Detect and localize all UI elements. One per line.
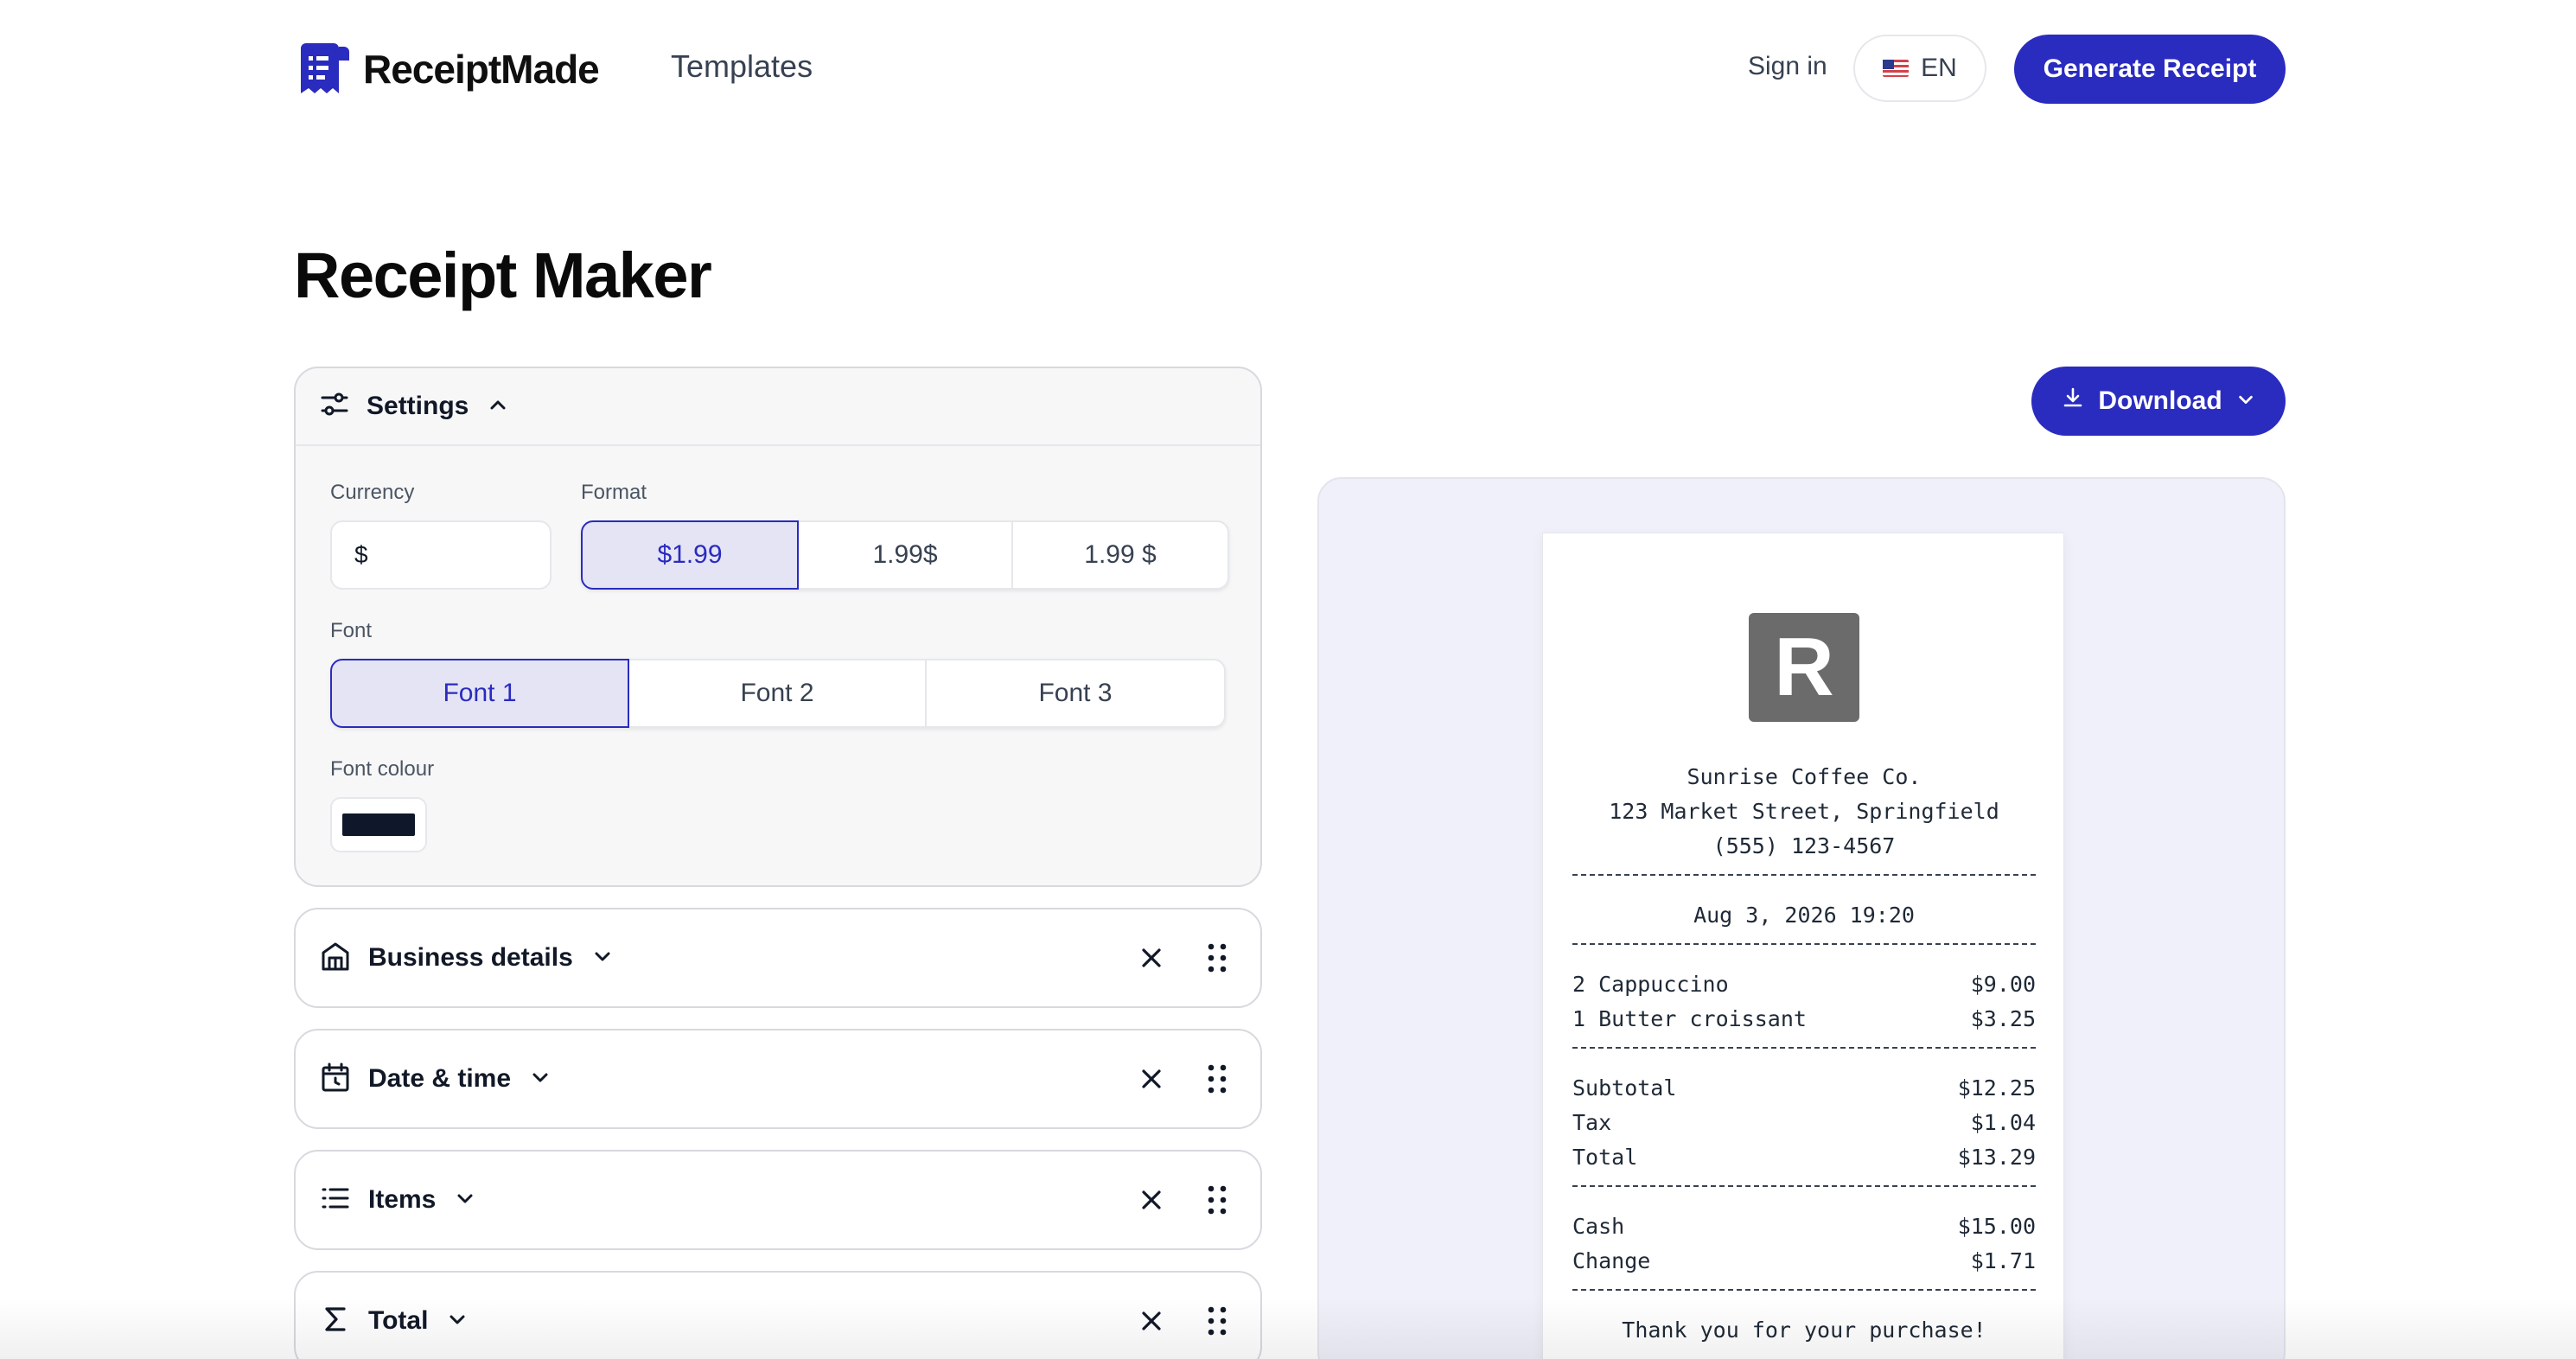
receipt-preview: R Sunrise Coffee Co. 123 Market Street, … bbox=[1542, 533, 2064, 1359]
font-option[interactable]: Font 3 bbox=[925, 659, 1226, 728]
settings-panel: Settings Currency Format $1.99 1.99$ 1.9… bbox=[294, 367, 1262, 887]
format-option[interactable]: 1.99 $ bbox=[1011, 520, 1229, 590]
chevron-down-icon[interactable] bbox=[455, 1188, 475, 1213]
receipt-datetime: Aug 3, 2026 19:20 bbox=[1693, 903, 1915, 928]
receipt-item-row: 2 Cappuccino $9.00 bbox=[1572, 967, 2036, 1002]
item-name: 2 Cappuccino bbox=[1572, 972, 1729, 997]
items-section[interactable]: Items bbox=[294, 1150, 1262, 1250]
format-option[interactable]: 1.99$ bbox=[797, 520, 1013, 590]
business-address: 123 Market Street, Springfield bbox=[1609, 799, 1999, 824]
item-name: 1 Butter croissant bbox=[1572, 1006, 1807, 1031]
receipt-logo-icon bbox=[296, 41, 351, 97]
format-selector: $1.99 1.99$ 1.99 $ bbox=[581, 520, 1229, 590]
receipt-item-row: 1 Butter croissant $3.25 bbox=[1572, 1002, 2036, 1037]
logo[interactable]: ReceiptMade bbox=[296, 41, 600, 97]
divider bbox=[1572, 1047, 2036, 1049]
total-price: $12.25 bbox=[1957, 1075, 2036, 1101]
drag-handle-icon[interactable] bbox=[1200, 1304, 1234, 1343]
drag-handle-icon[interactable] bbox=[1200, 941, 1234, 979]
chevron-down-icon[interactable] bbox=[530, 1067, 551, 1092]
receipt-logo: R bbox=[1749, 613, 1859, 722]
divider bbox=[1572, 943, 2036, 945]
logo-text: ReceiptMade bbox=[363, 47, 600, 92]
total-name: Tax bbox=[1572, 1110, 1612, 1135]
download-button[interactable]: Download bbox=[2031, 367, 2286, 436]
chevron-up-icon[interactable] bbox=[488, 394, 508, 419]
format-label: Format bbox=[581, 481, 647, 504]
sigma-icon bbox=[320, 1304, 351, 1339]
font-selector: Font 1 Font 2 Font 3 bbox=[330, 659, 1226, 728]
top-nav: ReceiptMade Templates Sign in EN Generat… bbox=[0, 0, 2576, 138]
nav-templates-link[interactable]: Templates bbox=[671, 48, 813, 85]
divider bbox=[1572, 1185, 2036, 1187]
business-phone: (555) 123-4567 bbox=[1712, 833, 1896, 858]
receipt-total-row: Total $13.29 bbox=[1572, 1140, 2036, 1175]
payment-name: Change bbox=[1572, 1248, 1651, 1273]
item-price: $9.00 bbox=[1970, 972, 2036, 997]
us-flag-icon bbox=[1883, 60, 1910, 77]
calendar-icon bbox=[320, 1062, 351, 1097]
payment-name: Cash bbox=[1572, 1214, 1625, 1239]
item-price: $3.25 bbox=[1970, 1006, 2036, 1031]
total-name: Subtotal bbox=[1572, 1075, 1677, 1101]
business-details-section[interactable]: Business details bbox=[294, 908, 1262, 1008]
total-section[interactable]: Total bbox=[294, 1271, 1262, 1359]
section-label: Business details bbox=[368, 943, 573, 972]
receipt-preview-panel: R Sunrise Coffee Co. 123 Market Street, … bbox=[1317, 477, 2286, 1359]
payment-amount: $1.71 bbox=[1970, 1248, 2036, 1273]
currency-input[interactable] bbox=[330, 520, 552, 590]
download-icon bbox=[2062, 386, 2084, 416]
receipt-footer: Thank you for your purchase! bbox=[1622, 1318, 1986, 1343]
total-price: $13.29 bbox=[1957, 1145, 2036, 1170]
chevron-down-icon[interactable] bbox=[447, 1309, 468, 1334]
close-icon[interactable] bbox=[1136, 942, 1167, 978]
total-name: Total bbox=[1572, 1145, 1638, 1170]
close-icon[interactable] bbox=[1136, 1305, 1167, 1341]
currency-label: Currency bbox=[330, 481, 415, 504]
section-label: Date & time bbox=[368, 1064, 512, 1093]
page-title: Receipt Maker bbox=[294, 239, 712, 311]
close-icon[interactable] bbox=[1136, 1184, 1167, 1220]
receipt-total-row: Tax $1.04 bbox=[1572, 1106, 2036, 1140]
font-colour-swatch bbox=[342, 813, 415, 836]
business-name: Sunrise Coffee Co. bbox=[1687, 764, 1922, 789]
chevron-down-icon[interactable] bbox=[592, 946, 613, 971]
sign-in-link[interactable]: Sign in bbox=[1748, 52, 1827, 81]
font-option[interactable]: Font 1 bbox=[330, 659, 629, 728]
payment-amount: $15.00 bbox=[1957, 1214, 2036, 1239]
drag-handle-icon[interactable] bbox=[1200, 1183, 1234, 1222]
list-icon bbox=[320, 1183, 351, 1218]
receipt-total-row: Subtotal $12.25 bbox=[1572, 1071, 2036, 1106]
font-colour-label: Font colour bbox=[330, 757, 435, 781]
language-selector[interactable]: EN bbox=[1853, 35, 1986, 102]
section-label: Items bbox=[368, 1185, 437, 1214]
font-label: Font bbox=[330, 619, 373, 642]
divider bbox=[1572, 1289, 2036, 1291]
generate-receipt-button[interactable]: Generate Receipt bbox=[2014, 35, 2286, 104]
total-price: $1.04 bbox=[1970, 1110, 2036, 1135]
download-label: Download bbox=[2098, 386, 2222, 415]
section-label: Total bbox=[368, 1306, 429, 1335]
divider bbox=[1572, 874, 2036, 876]
date-time-section[interactable]: Date & time bbox=[294, 1029, 1262, 1129]
font-colour-picker[interactable] bbox=[330, 797, 427, 852]
drag-handle-icon[interactable] bbox=[1200, 1062, 1234, 1101]
settings-header[interactable]: Settings bbox=[296, 368, 1260, 446]
close-icon[interactable] bbox=[1136, 1063, 1167, 1099]
receipt-payment-row: Change $1.71 bbox=[1572, 1244, 2036, 1279]
font-option[interactable]: Font 2 bbox=[628, 659, 927, 728]
language-label: EN bbox=[1921, 54, 1957, 82]
receipt-payment-row: Cash $15.00 bbox=[1572, 1209, 2036, 1244]
chevron-down-icon bbox=[2236, 386, 2255, 416]
format-option[interactable]: $1.99 bbox=[581, 520, 799, 590]
sliders-icon bbox=[320, 390, 349, 424]
store-icon bbox=[320, 941, 351, 976]
settings-title: Settings bbox=[367, 392, 469, 420]
